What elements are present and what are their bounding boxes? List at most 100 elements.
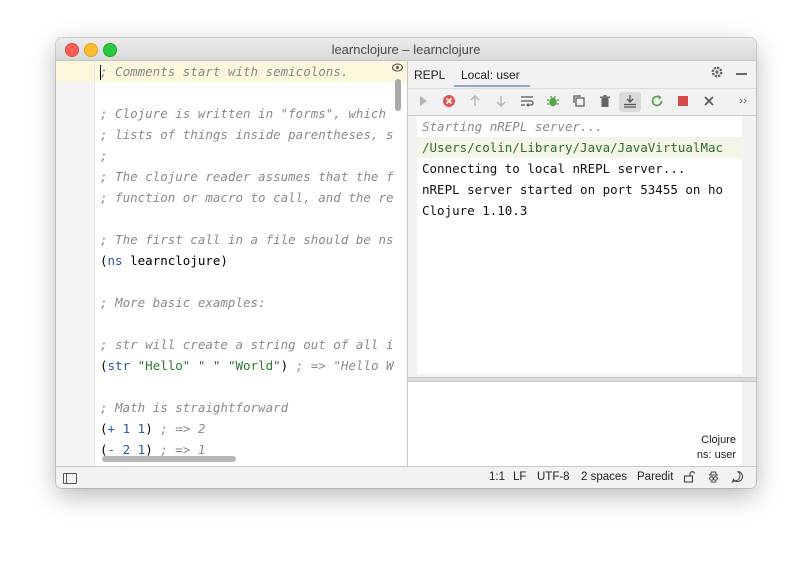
code-token: "Hello": [137, 358, 191, 373]
code-token: learnclojure): [122, 253, 228, 268]
repl-panel: REPL Local: user Starting nREPL server..…: [407, 61, 756, 466]
toggle-tool-windows-icon[interactable]: [63, 473, 77, 484]
code-line[interactable]: (ns learnclojure): [100, 250, 400, 271]
code-line[interactable]: ; Clojure is written in "forms", which: [100, 103, 400, 124]
close-icon[interactable]: [701, 94, 717, 110]
code-token: ): [145, 442, 161, 457]
arrow-down-icon[interactable]: [493, 94, 509, 110]
status-bar: 1:1 LF UTF-8 2 spaces Paredit: [56, 466, 756, 488]
code-editor[interactable]: ; Comments start with semicolons. ; Cloju…: [56, 61, 407, 466]
code-token: ; The clojure reader assumes that the f: [100, 169, 394, 184]
copy-icon[interactable]: [571, 94, 587, 110]
code-token: ;: [100, 148, 108, 163]
code-line[interactable]: ; function or macro to call, and the re: [100, 187, 400, 208]
more-icon[interactable]: [735, 94, 751, 110]
code-token: ; Math is straightforward: [100, 400, 289, 415]
stop-icon[interactable]: [675, 94, 691, 110]
code-line[interactable]: [100, 313, 400, 334]
code-token: -: [107, 442, 116, 457]
code-token: (: [100, 253, 108, 268]
hide-panel-icon[interactable]: [736, 66, 748, 80]
reload-icon[interactable]: [649, 94, 665, 110]
code-token: ): [145, 421, 161, 436]
editor-vertical-scrollbar[interactable]: [395, 79, 401, 111]
output-line: Starting nREPL server...: [422, 119, 603, 134]
repl-output[interactable]: Starting nREPL server... /Users/colin/Li…: [417, 116, 742, 374]
code-token: ; lists of things inside parentheses, s: [100, 127, 394, 142]
code-token: "World": [227, 358, 281, 373]
reader-mode-icon[interactable]: [391, 63, 404, 75]
code-line[interactable]: [100, 376, 400, 397]
line-separator[interactable]: LF: [513, 471, 526, 483]
code-token: ; => 2: [160, 421, 206, 436]
stop-error-icon[interactable]: [441, 94, 457, 110]
code-token: ; Comments start with semicolons.: [100, 64, 349, 79]
arrow-up-icon[interactable]: [467, 94, 483, 110]
output-line: Clojure 1.10.3: [422, 203, 528, 218]
file-encoding[interactable]: UTF-8: [537, 471, 570, 483]
active-tab-indicator: [454, 85, 530, 87]
code-token: ; => 1: [160, 442, 206, 457]
code-line[interactable]: [100, 82, 400, 103]
ide-window: learnclojure – learnclojure ; Comments s…: [56, 38, 756, 488]
code-line[interactable]: ; Comments start with semicolons.: [100, 61, 400, 82]
code-line[interactable]: ; More basic examples:: [100, 292, 400, 313]
code-token: ; More basic examples:: [100, 295, 266, 310]
line-gutter: [56, 61, 95, 466]
code-token: ns: [107, 253, 123, 268]
code-line[interactable]: ; Math is straightforward: [100, 397, 400, 418]
lock-icon[interactable]: [683, 470, 696, 486]
debug-bug-icon[interactable]: [545, 94, 561, 110]
window-title: learnclojure – learnclojure: [331, 42, 481, 57]
soft-wrap-icon[interactable]: [519, 94, 535, 110]
repl-toolbar: [408, 88, 756, 116]
inspector-icon[interactable]: [707, 470, 720, 486]
editor-horizontal-scrollbar[interactable]: [102, 456, 236, 462]
run-icon[interactable]: [415, 94, 431, 110]
caret-position[interactable]: 1:1: [489, 471, 505, 483]
code-token: +: [107, 421, 116, 436]
repl-input-editor[interactable]: Clojure ns: user: [408, 382, 742, 466]
repl-tab-bar: REPL Local: user: [408, 61, 756, 87]
tab-local-user[interactable]: Local: user: [461, 68, 520, 82]
language-label: Clojure: [701, 434, 736, 446]
code-token: ; => "Hello W: [295, 358, 394, 373]
code-token: " ": [197, 358, 221, 373]
gear-icon[interactable]: [710, 65, 724, 82]
code-token: str: [107, 358, 131, 373]
code-line[interactable]: ; The clojure reader assumes that the f: [100, 166, 400, 187]
code-token: ): [280, 358, 296, 373]
code-text[interactable]: ; Comments start with semicolons. ; Cloju…: [100, 61, 400, 460]
code-token: (: [100, 421, 108, 436]
code-token: ; Clojure is written in "forms", which: [100, 106, 386, 121]
code-line[interactable]: (+ 1 1) ; => 2: [100, 418, 400, 439]
code-line[interactable]: ;: [100, 145, 400, 166]
code-line[interactable]: (str "Hello" " " "World") ; => "Hello W: [100, 355, 400, 376]
code-line[interactable]: [100, 271, 400, 292]
output-line: /Users/colin/Library/Java/JavaVirtualMac: [422, 140, 724, 155]
indent-setting[interactable]: 2 spaces: [581, 471, 627, 483]
scroll-to-end-icon[interactable]: [622, 94, 638, 110]
code-token: 1: [122, 421, 131, 436]
text-caret: [100, 65, 101, 80]
code-token: ; function or macro to call, and the re: [100, 190, 394, 205]
notifications-icon[interactable]: [731, 470, 744, 486]
namespace-label: ns: user: [696, 449, 736, 461]
code-line[interactable]: ; lists of things inside parentheses, s: [100, 124, 400, 145]
code-line[interactable]: [100, 208, 400, 229]
code-token: (: [100, 358, 108, 373]
tab-repl[interactable]: REPL: [414, 68, 445, 82]
code-line[interactable]: ; str will create a string out of all i: [100, 334, 400, 355]
title-bar: learnclojure – learnclojure: [56, 38, 756, 61]
trash-icon[interactable]: [597, 94, 613, 110]
code-line[interactable]: ; The first call in a file should be ns: [100, 229, 400, 250]
output-line: nREPL server started on port 53455 on ho: [422, 182, 724, 197]
editing-mode[interactable]: Paredit: [637, 471, 673, 483]
